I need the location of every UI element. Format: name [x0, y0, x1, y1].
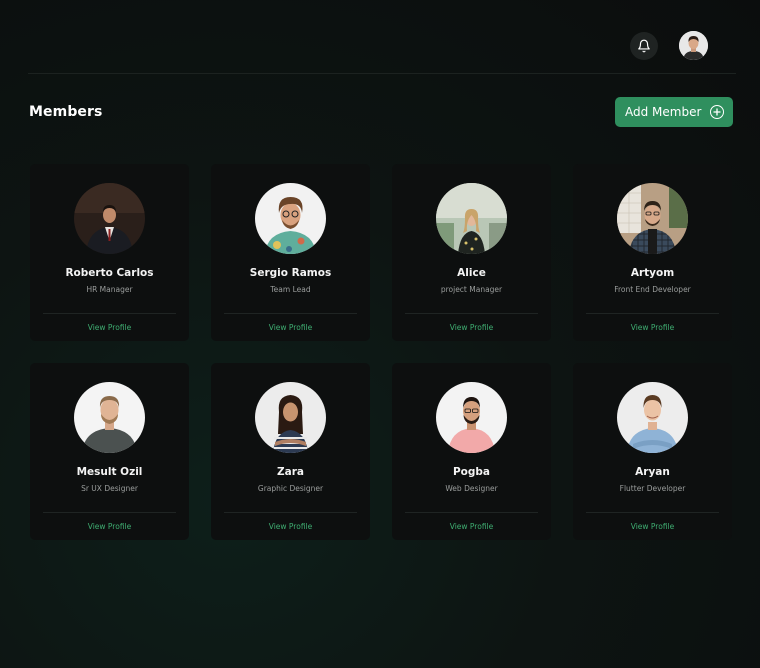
divider — [224, 313, 357, 314]
divider — [43, 313, 176, 314]
divider — [586, 313, 719, 314]
member-name: Alice — [457, 267, 486, 279]
member-name: Zara — [277, 466, 304, 478]
member-avatar — [436, 382, 507, 453]
member-name: Mesult Ozil — [76, 466, 143, 478]
members-grid: Roberto Carlos HR Manager View Profile S… — [30, 164, 732, 540]
member-name: Aryan — [635, 466, 670, 478]
member-card: Mesult Ozil Sr UX Designer View Profile — [30, 363, 189, 540]
member-card: Zara Graphic Designer View Profile — [211, 363, 370, 540]
view-profile-link[interactable]: View Profile — [573, 522, 732, 531]
member-role: Graphic Designer — [257, 484, 324, 493]
member-avatar — [436, 183, 507, 254]
view-profile-link[interactable]: View Profile — [30, 323, 189, 332]
member-card: Sergio Ramos Team Lead View Profile — [211, 164, 370, 341]
view-profile-link[interactable]: View Profile — [30, 522, 189, 531]
divider — [586, 512, 719, 513]
add-member-label: Add Member — [625, 105, 702, 119]
top-bar — [28, 0, 736, 74]
member-card: Artyom Front End Developer View Profile — [573, 164, 732, 341]
member-card: Roberto Carlos HR Manager View Profile — [30, 164, 189, 341]
divider — [43, 512, 176, 513]
page-title: Members — [29, 104, 103, 120]
user-avatar[interactable] — [679, 31, 708, 60]
member-avatar — [617, 183, 688, 254]
member-role: Web Designer — [445, 484, 498, 493]
view-profile-link[interactable]: View Profile — [392, 323, 551, 332]
divider — [405, 512, 538, 513]
member-card: Pogba Web Designer View Profile — [392, 363, 551, 540]
member-card: Alice project Manager View Profile — [392, 164, 551, 341]
member-role: project Manager — [440, 285, 503, 294]
member-avatar — [255, 382, 326, 453]
divider — [405, 313, 538, 314]
view-profile-link[interactable]: View Profile — [211, 522, 370, 531]
view-profile-link[interactable]: View Profile — [211, 323, 370, 332]
view-profile-link[interactable]: View Profile — [573, 323, 732, 332]
add-member-button[interactable]: Add Member — [615, 97, 733, 127]
bell-icon — [637, 39, 651, 53]
member-name: Roberto Carlos — [65, 267, 154, 279]
member-name: Sergio Ramos — [249, 267, 332, 279]
member-name: Artyom — [630, 267, 675, 279]
member-avatar — [617, 382, 688, 453]
notification-button[interactable] — [630, 32, 658, 60]
member-card: Aryan Flutter Developer View Profile — [573, 363, 732, 540]
member-avatar — [74, 382, 145, 453]
member-role: Team Lead — [270, 285, 311, 294]
plus-circle-icon — [710, 105, 724, 119]
member-avatar — [255, 183, 326, 254]
member-role: Flutter Developer — [619, 484, 686, 493]
view-profile-link[interactable]: View Profile — [392, 522, 551, 531]
member-avatar — [74, 183, 145, 254]
member-role: Sr UX Designer — [81, 484, 138, 493]
member-name: Pogba — [452, 466, 491, 478]
divider — [224, 512, 357, 513]
member-role: HR Manager — [86, 285, 133, 294]
member-role: Front End Developer — [614, 285, 691, 294]
